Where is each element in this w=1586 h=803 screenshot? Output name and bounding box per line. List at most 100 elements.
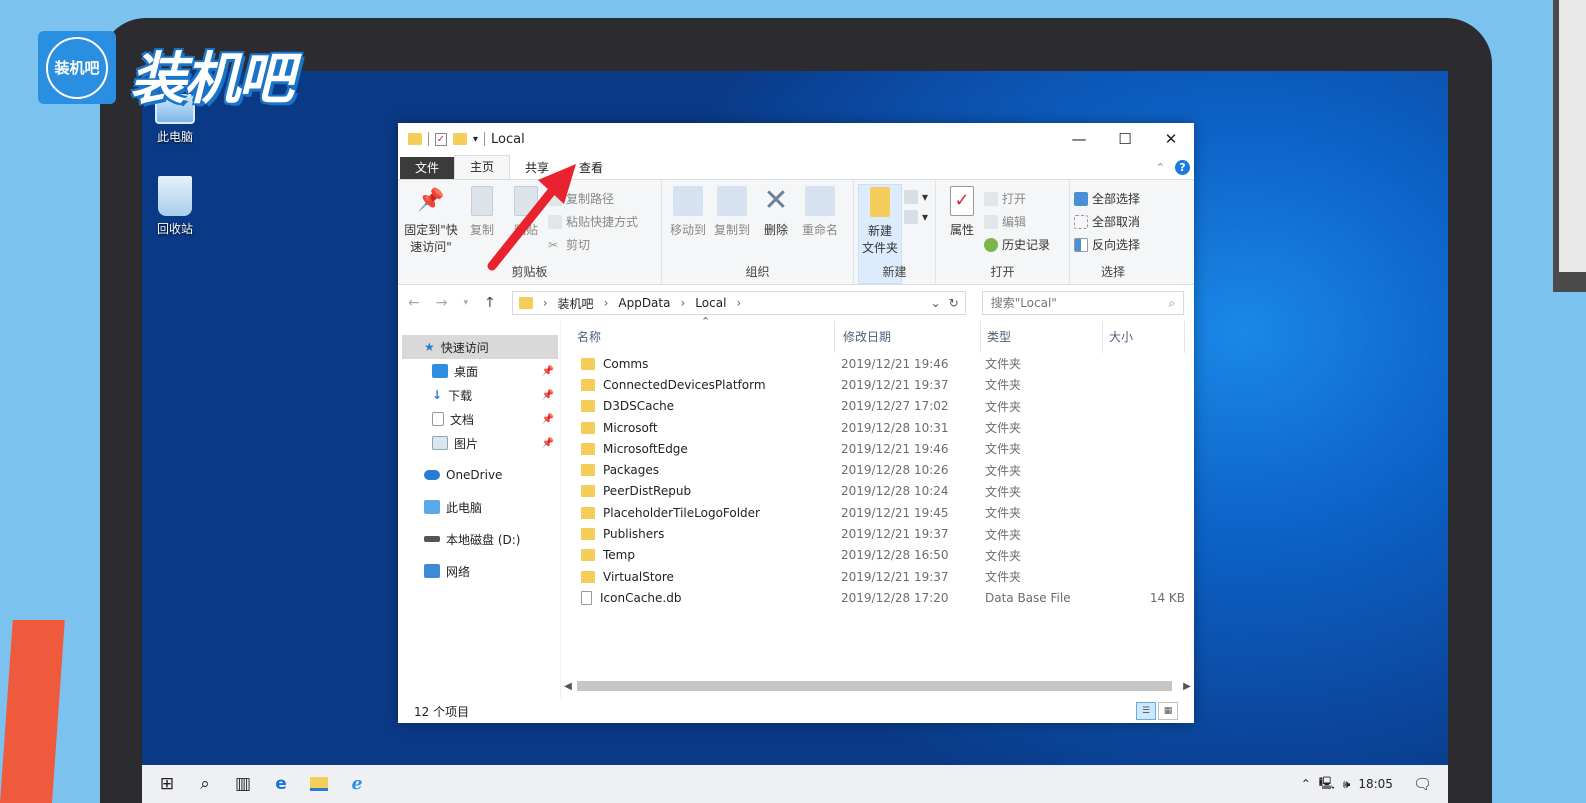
column-header-size[interactable]: 大小 bbox=[1103, 321, 1185, 353]
scroll-right-icon[interactable]: ▶ bbox=[1180, 681, 1194, 692]
new-folder-icon[interactable] bbox=[453, 133, 467, 145]
file-row[interactable]: D3DSCache 2019/12/27 17:02 文件夹 bbox=[561, 396, 1194, 417]
breadcrumb-item[interactable]: 装机吧 bbox=[558, 295, 594, 312]
nav-item-pictures[interactable]: 图片 📌 bbox=[398, 431, 560, 455]
rename-icon bbox=[805, 186, 835, 216]
edge-browser-icon[interactable]: e bbox=[262, 765, 300, 803]
breadcrumb-item[interactable]: Local bbox=[695, 296, 726, 310]
windows-start-icon[interactable]: ⊞ bbox=[148, 765, 186, 803]
file-row[interactable]: IconCache.db 2019/12/28 17:20 Data Base Fi… bbox=[561, 587, 1194, 608]
file-size: 14 KB bbox=[1149, 590, 1185, 605]
edit-button[interactable]: 编辑 bbox=[984, 213, 1050, 230]
file-row[interactable]: ConnectedDevicesPlatform 2019/12/21 19:37… bbox=[561, 374, 1194, 395]
file-row[interactable]: MicrosoftEdge 2019/12/21 19:46 文件夹 bbox=[561, 438, 1194, 459]
file-row[interactable]: VirtualStore 2019/12/21 19:37 文件夹 bbox=[561, 566, 1194, 587]
select-none-button[interactable]: 全部取消 bbox=[1074, 213, 1140, 230]
new-item-button[interactable]: ▾ bbox=[904, 190, 928, 204]
file-type: 文件夹 bbox=[985, 357, 1022, 372]
nav-item-onedrive[interactable]: OneDrive bbox=[398, 463, 560, 487]
pin-icon: 📌 bbox=[541, 413, 554, 425]
file-type: 文件夹 bbox=[985, 378, 1022, 393]
ie-browser-icon[interactable]: ℯ bbox=[338, 765, 376, 803]
file-row[interactable]: Comms 2019/12/21 19:46 文件夹 bbox=[561, 353, 1194, 374]
file-list: ⌃ 名称 修改日期 类型 大小 Comms 2019/12/21 19:46 文件夹… bbox=[560, 315, 1194, 699]
network-tray-icon[interactable]: 🖳 bbox=[1319, 774, 1335, 795]
open-button[interactable]: 打开 bbox=[984, 190, 1050, 207]
nav-label: 本地磁盘 (D:) bbox=[446, 532, 521, 547]
column-header-type[interactable]: 类型 bbox=[981, 321, 1103, 353]
search-input[interactable] bbox=[990, 296, 1151, 310]
search-box[interactable]: ⌕ bbox=[981, 291, 1184, 315]
nav-item-this-pc[interactable]: 此电脑 bbox=[398, 495, 560, 519]
file-row[interactable]: PeerDistRepub 2019/12/28 10:24 文件夹 bbox=[561, 481, 1194, 502]
file-row[interactable]: PlaceholderTileLogoFolder 2019/12/21 19:4… bbox=[561, 502, 1194, 523]
button-label: 打开 bbox=[1002, 192, 1027, 206]
button-label: 移动到 bbox=[669, 223, 706, 237]
file-explorer-icon[interactable] bbox=[300, 765, 338, 803]
search-icon[interactable]: ⌕ bbox=[186, 765, 224, 803]
button-label: 重命名 bbox=[801, 223, 838, 237]
select-all-button[interactable]: 全部选择 bbox=[1074, 190, 1140, 207]
minimize-icon[interactable]: — bbox=[1056, 123, 1102, 155]
chevron-up-icon[interactable]: ⌃ bbox=[1301, 777, 1311, 791]
clock[interactable]: 18:05 bbox=[1358, 777, 1393, 791]
address-bar-controls: ⌄ ↻ bbox=[931, 296, 959, 310]
maximize-icon[interactable]: ☐ bbox=[1102, 123, 1148, 155]
tab-file[interactable]: 文件 bbox=[400, 157, 455, 179]
collapse-ribbon-icon[interactable]: ⌃ bbox=[1156, 161, 1165, 174]
scroll-left-icon[interactable]: ◀ bbox=[561, 681, 575, 692]
nav-item-desktop[interactable]: 桌面 📌 bbox=[398, 359, 560, 383]
history-button[interactable]: 历史记录 bbox=[984, 236, 1050, 253]
nav-label: 此电脑 bbox=[446, 500, 483, 515]
notification-icon[interactable]: 🗨 bbox=[1413, 775, 1432, 793]
back-arrow-icon[interactable]: ← bbox=[408, 295, 420, 311]
address-dropdown-icon[interactable]: ⌄ bbox=[931, 296, 941, 310]
large-icons-view-icon[interactable]: ▦ bbox=[1158, 702, 1178, 720]
file-date: 2019/12/28 10:26 bbox=[841, 463, 949, 478]
close-icon[interactable]: ✕ bbox=[1148, 123, 1194, 155]
invert-selection-button[interactable]: 反向选择 bbox=[1074, 236, 1140, 253]
desktop-icon-recycle-bin[interactable]: 回收站 bbox=[140, 176, 210, 237]
nav-item-local-disk[interactable]: 本地磁盘 (D:) bbox=[398, 527, 560, 551]
up-arrow-icon[interactable]: ↑ bbox=[484, 295, 496, 311]
new-item-icon bbox=[904, 190, 918, 204]
file-name: D3DSCache bbox=[603, 399, 675, 414]
task-view-icon[interactable]: ▥ bbox=[224, 765, 262, 803]
file-type: 文件夹 bbox=[985, 484, 1022, 499]
breadcrumb-item[interactable]: AppData bbox=[618, 296, 670, 310]
file-row[interactable]: Packages 2019/12/28 10:26 文件夹 bbox=[561, 459, 1194, 480]
search-icon[interactable]: ⌕ bbox=[1168, 296, 1175, 311]
file-row[interactable]: Microsoft 2019/12/28 10:31 文件夹 bbox=[561, 417, 1194, 438]
file-row[interactable]: Publishers 2019/12/21 19:37 文件夹 bbox=[561, 523, 1194, 544]
nav-item-network[interactable]: 网络 bbox=[398, 559, 560, 583]
customize-dropdown-icon[interactable]: ▾ bbox=[473, 134, 478, 145]
easy-access-button[interactable]: ▾ bbox=[904, 210, 928, 224]
details-view-icon[interactable]: ☰ bbox=[1136, 702, 1156, 720]
scrollbar-thumb[interactable] bbox=[577, 681, 1172, 691]
folder-icon bbox=[581, 464, 595, 477]
file-row[interactable]: Temp 2019/12/28 16:50 文件夹 bbox=[561, 545, 1194, 566]
breadcrumb-separator: › bbox=[603, 296, 609, 310]
nav-item-downloads[interactable]: ↓ 下载 📌 bbox=[398, 383, 560, 407]
horizontal-scrollbar[interactable]: ◀ ▶ bbox=[561, 679, 1194, 693]
recent-dropdown-icon[interactable]: ▾ bbox=[463, 298, 468, 308]
nav-item-quick-access[interactable]: ★ 快速访问 bbox=[402, 335, 558, 359]
forward-arrow-icon[interactable]: → bbox=[436, 295, 448, 311]
nav-item-documents[interactable]: 文档 📌 bbox=[398, 407, 560, 431]
address-bar[interactable]: › 装机吧 › AppData › Local › ⌄ ↻ bbox=[511, 291, 966, 315]
folder-icon bbox=[581, 570, 595, 583]
properties-check-icon[interactable]: ✓ bbox=[435, 132, 447, 146]
nav-label: 下载 bbox=[448, 388, 473, 403]
file-date: 2019/12/21 19:37 bbox=[841, 527, 949, 542]
volume-icon[interactable]: 🕪 bbox=[1343, 777, 1351, 792]
file-date: 2019/12/27 17:02 bbox=[841, 399, 949, 414]
status-bar: 12 个项目 ☰ ▦ bbox=[398, 699, 1194, 723]
help-icon[interactable]: ? bbox=[1175, 159, 1190, 175]
star-icon: ★ bbox=[424, 340, 435, 354]
refresh-icon[interactable]: ↻ bbox=[949, 296, 959, 310]
column-header-name[interactable]: 名称 bbox=[561, 321, 835, 353]
column-header-date[interactable]: 修改日期 bbox=[835, 321, 981, 353]
